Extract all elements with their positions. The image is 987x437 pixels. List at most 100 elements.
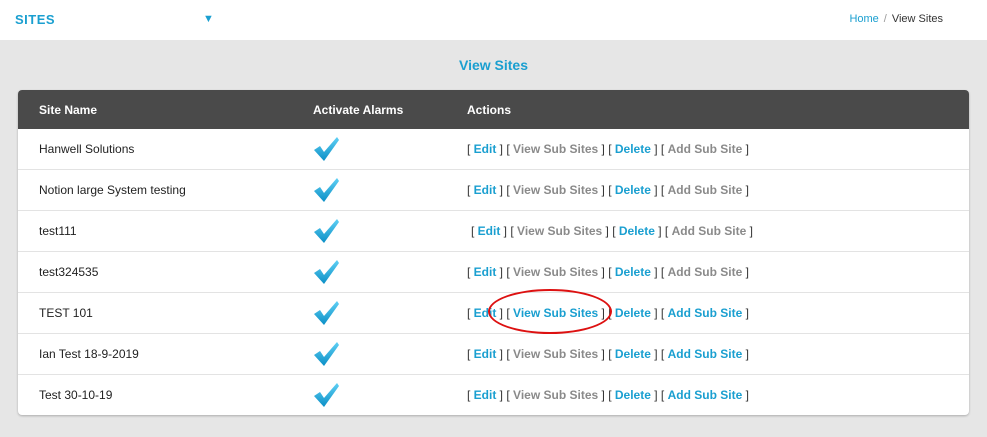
checkmark-icon[interactable] xyxy=(312,340,340,368)
bracket: ] xyxy=(598,347,609,361)
bracket: ] xyxy=(598,265,609,279)
checkmark-icon[interactable] xyxy=(312,176,340,204)
view-sub-sites-link[interactable]: View Sub Sites xyxy=(517,224,602,238)
bracket: ] xyxy=(650,388,661,402)
sites-menu-title[interactable]: SITES xyxy=(15,12,55,27)
breadcrumb-current: View Sites xyxy=(891,13,943,25)
delete-link[interactable]: Delete xyxy=(615,265,651,279)
view-sub-sites-link[interactable]: View Sub Sites xyxy=(513,347,598,361)
edit-link[interactable]: Edit xyxy=(474,347,497,361)
table-row: Notion large System testing [ Edit ] [ Vi… xyxy=(18,169,969,210)
breadcrumb: Home / View Sites xyxy=(849,13,943,25)
bracket: ] xyxy=(496,347,507,361)
breadcrumb-separator: / xyxy=(883,13,887,25)
table-row: TEST 101 [ Edit ] [ View Sub Sites ] [ De… xyxy=(18,292,969,333)
bracket: ] xyxy=(598,306,609,320)
bracket: ] xyxy=(496,142,507,156)
bracket: [ xyxy=(467,265,474,279)
row-actions: [ Edit ] [ View Sub Sites ] [ Delete ] [… xyxy=(467,306,749,320)
edit-link[interactable]: Edit xyxy=(474,142,497,156)
bracket: [ xyxy=(660,347,668,361)
bracket: ] xyxy=(746,224,753,238)
bracket: [ xyxy=(467,388,474,402)
site-name: Hanwell Solutions xyxy=(39,142,135,156)
bracket: ] xyxy=(650,347,661,361)
bracket: [ xyxy=(660,388,668,402)
bracket: ] xyxy=(742,142,749,156)
bracket: [ xyxy=(660,265,668,279)
view-sub-sites-link[interactable]: View Sub Sites xyxy=(513,142,598,156)
add-sub-site-link[interactable]: Add Sub Site xyxy=(668,388,743,402)
view-sub-sites-link[interactable]: View Sub Sites xyxy=(513,265,598,279)
table-row: test111 [ Edit ] [ View Sub Sites ] [ Del… xyxy=(18,210,969,251)
add-sub-site-link[interactable]: Add Sub Site xyxy=(672,224,747,238)
row-actions: [ Edit ] [ View Sub Sites ] [ Delete ] [… xyxy=(467,347,749,361)
table-header: Site Name Activate Alarms Actions xyxy=(18,90,969,129)
table-row: test324535 [ Edit ] [ View Sub Sites ] [ … xyxy=(18,251,969,292)
bracket: [ xyxy=(608,388,615,402)
breadcrumb-home-link[interactable]: Home xyxy=(849,13,878,25)
checkmark-icon[interactable] xyxy=(312,299,340,327)
sites-table: Site Name Activate Alarms Actions Hanwel… xyxy=(18,90,969,415)
bracket: ] xyxy=(650,183,661,197)
bracket: ] xyxy=(598,388,609,402)
bracket: [ xyxy=(608,265,615,279)
bracket: ] xyxy=(598,142,609,156)
bracket: ] xyxy=(650,265,661,279)
view-sub-sites-link[interactable]: View Sub Sites xyxy=(513,388,598,402)
delete-link[interactable]: Delete xyxy=(615,142,651,156)
delete-link[interactable]: Delete xyxy=(615,306,651,320)
bracket: ] xyxy=(742,306,749,320)
bracket: [ xyxy=(471,224,478,238)
bracket: [ xyxy=(467,183,474,197)
edit-link[interactable]: Edit xyxy=(478,224,501,238)
edit-link[interactable]: Edit xyxy=(474,306,497,320)
edit-link[interactable]: Edit xyxy=(474,183,497,197)
site-name: TEST 101 xyxy=(39,306,93,320)
bracket: ] xyxy=(742,265,749,279)
checkmark-icon[interactable] xyxy=(312,135,340,163)
bracket: [ xyxy=(664,224,672,238)
checkmark-icon[interactable] xyxy=(312,381,340,409)
table-row: Ian Test 18-9-2019 [ Edit ] [ View Sub Si… xyxy=(18,333,969,374)
checkmark-icon[interactable] xyxy=(312,217,340,245)
delete-link[interactable]: Delete xyxy=(615,347,651,361)
view-sub-sites-link[interactable]: View Sub Sites xyxy=(513,183,598,197)
site-name: Ian Test 18-9-2019 xyxy=(39,347,139,361)
delete-link[interactable]: Delete xyxy=(615,183,651,197)
row-actions: [ Edit ] [ View Sub Sites ] [ Delete ] [… xyxy=(471,224,753,238)
site-name: test324535 xyxy=(39,265,99,279)
delete-link[interactable]: Delete xyxy=(619,224,655,238)
bracket: [ xyxy=(467,142,474,156)
row-actions: [ Edit ] [ View Sub Sites ] [ Delete ] [… xyxy=(467,183,749,197)
add-sub-site-link[interactable]: Add Sub Site xyxy=(668,183,743,197)
edit-link[interactable]: Edit xyxy=(474,265,497,279)
delete-link[interactable]: Delete xyxy=(615,388,651,402)
bracket: ] xyxy=(496,265,507,279)
bracket: ] xyxy=(742,388,749,402)
add-sub-site-link[interactable]: Add Sub Site xyxy=(668,265,743,279)
add-sub-site-link[interactable]: Add Sub Site xyxy=(668,347,743,361)
bracket: [ xyxy=(608,142,615,156)
row-actions: [ Edit ] [ View Sub Sites ] [ Delete ] [… xyxy=(467,265,749,279)
bracket: [ xyxy=(467,306,474,320)
bracket: ] xyxy=(742,183,749,197)
add-sub-site-link[interactable]: Add Sub Site xyxy=(668,142,743,156)
bracket: [ xyxy=(608,306,615,320)
bracket: [ xyxy=(612,224,619,238)
column-header-site-name: Site Name xyxy=(39,103,98,117)
chevron-down-icon[interactable]: ▼ xyxy=(203,13,214,25)
bracket: ] xyxy=(496,183,507,197)
table-row: Test 30-10-19 [ Edit ] [ View Sub Sites ]… xyxy=(18,374,969,415)
add-sub-site-link[interactable]: Add Sub Site xyxy=(668,306,743,320)
bracket: [ xyxy=(608,183,615,197)
view-sub-sites-link[interactable]: View Sub Sites xyxy=(513,306,598,320)
bracket: [ xyxy=(660,306,668,320)
bracket: [ xyxy=(467,347,474,361)
checkmark-icon[interactable] xyxy=(312,258,340,286)
page-title: View Sites xyxy=(458,57,528,73)
column-header-actions: Actions xyxy=(467,103,512,117)
edit-link[interactable]: Edit xyxy=(474,388,497,402)
bracket: ] xyxy=(650,142,661,156)
bracket: ] xyxy=(496,388,507,402)
